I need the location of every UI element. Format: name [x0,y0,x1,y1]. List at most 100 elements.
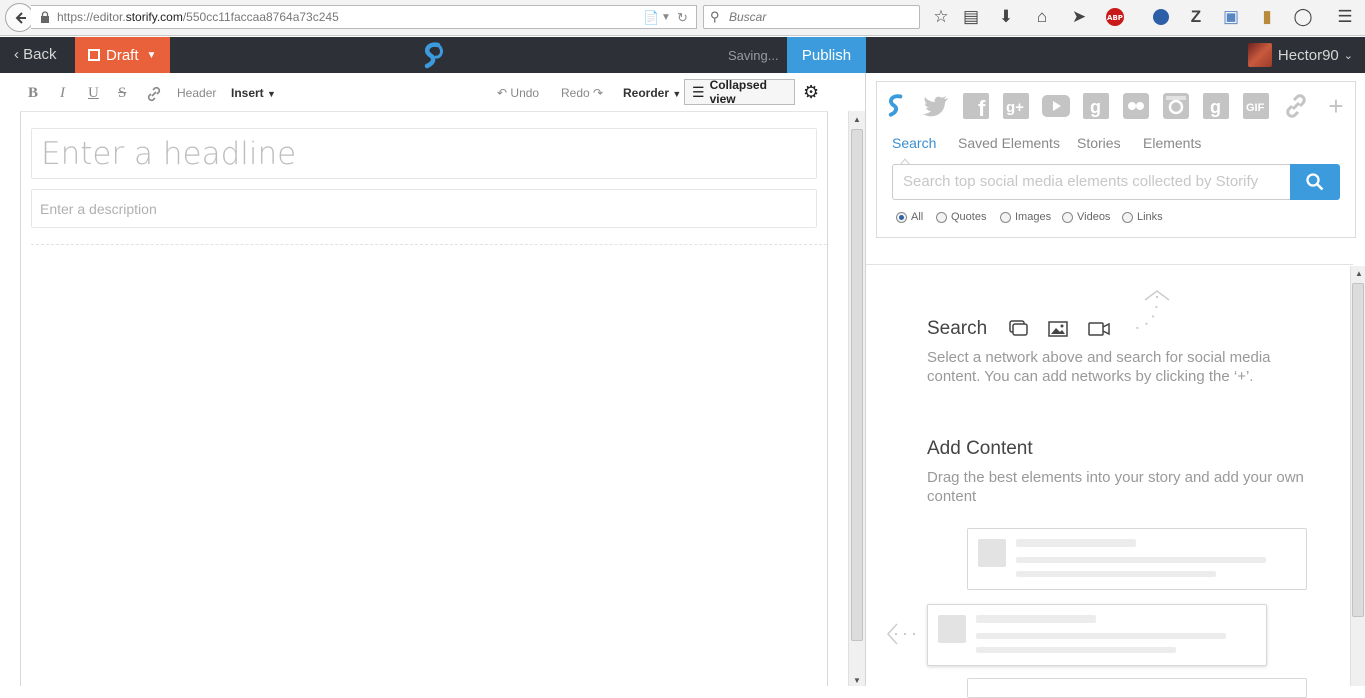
tab-search[interactable]: Search [892,135,936,151]
search-icon [1306,173,1324,191]
source-search-button[interactable] [1290,164,1340,200]
panel-scrollbar[interactable]: ▲ [1350,266,1365,686]
scroll-down-icon[interactable]: ▼ [853,676,861,685]
bookmark-star-icon[interactable]: ☆ [930,6,952,28]
undo-icon: ↶ [497,86,508,100]
tab-saved-elements[interactable]: Saved Elements [958,135,1060,151]
google-search-icon[interactable]: g [1202,92,1230,120]
adblock-icon[interactable]: ABP [1104,6,1126,28]
collapsed-view-label: Collapsed view [709,78,767,106]
help-search-body: Select a network above and search for so… [927,349,1271,385]
scroll-up-icon[interactable]: ▲ [853,115,861,124]
filter-videos[interactable]: Videos [1062,211,1110,223]
redo-button[interactable]: Redo ↷ [561,86,603,100]
reorder-label: Reorder [623,86,670,100]
link-icon[interactable] [1282,92,1310,120]
browser-back-button[interactable] [5,3,34,32]
zotero-icon[interactable]: Z [1185,6,1207,28]
tab-elements[interactable]: Elements [1143,135,1201,151]
extension-blue-icon[interactable] [1150,6,1172,28]
reload-icon[interactable]: ↻ [677,10,688,26]
bold-button[interactable]: B [28,85,38,102]
browser-toolbar: https://editor.storify.com/550cc11faccaa… [0,0,1365,36]
insert-dropdown[interactable]: Insert ▼ [231,86,276,100]
sources-panel: f g+ g g GIF + Search Saved Elements Sto… [876,81,1356,238]
italic-button[interactable]: I [60,85,65,102]
draft-label: Draft [106,46,139,64]
radio-icon [896,211,907,223]
twitter-icon[interactable] [922,92,950,120]
back-button[interactable]: ‹ Back [14,46,57,63]
chevron-down-icon: ▼ [146,49,157,61]
filter-links[interactable]: Links [1122,211,1163,223]
radio-icon [1122,211,1133,223]
radio-icon [1062,211,1073,223]
description-input[interactable]: Enter a description [31,189,817,228]
undo-button[interactable]: ↶ Undo [497,86,539,100]
google-plus-icon[interactable]: g+ [1002,92,1030,120]
dotted-arrow-left-icon [886,623,919,645]
add-icon[interactable]: + [1322,91,1350,121]
bookmarks-list-icon[interactable]: ▤ [960,6,982,28]
send-icon[interactable]: ➤ [1068,6,1090,28]
storify-logo-icon[interactable] [418,41,448,71]
storify-header: ‹ Back Draft ▼ Saving... Publish Hector9… [0,37,1365,73]
scrollbar-thumb[interactable] [1352,283,1364,617]
insert-label: Insert [231,86,264,100]
search-placeholder: Buscar [729,10,767,24]
redo-icon: ↷ [593,86,604,100]
scroll-up-icon[interactable]: ▲ [1355,269,1363,278]
help-search-title: Search [927,318,988,339]
quote-icon [1009,320,1028,336]
notes-icon[interactable]: ▣ [1220,6,1242,28]
flickr-icon[interactable] [1122,92,1150,120]
filter-label: Quotes [951,211,987,223]
strikethrough-button[interactable]: S [118,85,126,102]
chat-bubble-icon[interactable]: ◯ [1292,6,1314,28]
collapsed-view-button[interactable]: ☰ Collapsed view [684,78,795,106]
underline-button[interactable]: U [88,85,99,102]
filter-quotes[interactable]: Quotes [936,211,986,223]
divider [31,244,827,245]
address-bar[interactable]: https://editor.storify.com/550cc11faccaa… [31,5,697,29]
user-menu[interactable]: Hector90 ⌄ [1247,43,1353,67]
radio-icon [936,211,947,223]
filter-all[interactable]: All [896,211,923,223]
storify-icon[interactable] [882,92,910,120]
svg-text:g: g [1210,97,1221,117]
source-search-input[interactable]: Search top social media elements collect… [892,164,1292,200]
menu-icon[interactable]: ☰ [1334,6,1356,28]
browser-search-field[interactable]: ⚲ Buscar [703,5,920,29]
editor-scrollbar[interactable]: ▲ ▼ [848,111,865,686]
filter-images[interactable]: Images [1000,211,1051,223]
chevron-down-icon: ▼ [267,89,276,99]
gear-icon[interactable]: ⚙ [803,82,819,103]
tab-stories[interactable]: Stories [1077,135,1121,151]
book-icon[interactable]: ▮ [1256,6,1278,28]
dropdown-arrow-icon[interactable]: ▼ [661,12,671,23]
draft-button[interactable]: Draft ▼ [75,37,170,73]
gif-icon[interactable]: GIF [1242,92,1270,120]
youtube-icon[interactable] [1042,92,1070,120]
header-button[interactable]: Header [177,86,216,100]
page-info-icon[interactable]: 📄 [643,10,659,26]
username: Hector90 [1277,46,1339,64]
home-icon[interactable]: ⌂ [1031,6,1053,28]
draft-icon [88,49,100,61]
reorder-dropdown[interactable]: Reorder ▼ [623,86,681,100]
facebook-icon[interactable]: f [962,92,990,120]
google-icon[interactable]: g [1082,92,1110,120]
chevron-left-icon: ‹ [14,46,19,63]
image-icon [1048,321,1068,337]
scrollbar-thumb[interactable] [851,129,863,641]
svg-text:ABP: ABP [1107,14,1123,22]
publish-button[interactable]: Publish [787,37,866,73]
instagram-icon[interactable] [1162,92,1190,120]
placeholder-card-dragging [927,604,1267,666]
download-icon[interactable]: ⬇ [995,6,1017,28]
filter-label: All [911,211,924,223]
avatar [1247,43,1272,67]
link-icon[interactable] [146,86,162,102]
svg-text:g+: g+ [1006,99,1024,116]
headline-input[interactable]: Enter a headline [31,128,817,179]
